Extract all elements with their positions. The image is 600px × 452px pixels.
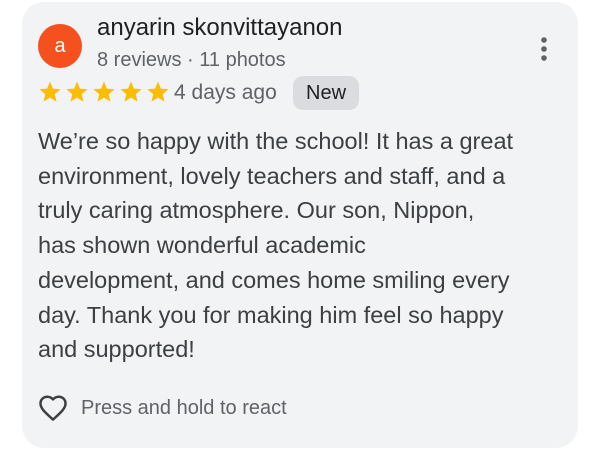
avatar-letter: a xyxy=(54,35,66,57)
author-name[interactable]: anyarin skonvittayanon xyxy=(97,13,342,43)
review-line: and supported! xyxy=(38,336,195,363)
review-text: We’re so happy with the school! It has a… xyxy=(38,124,568,367)
review-line: truly caring atmosphere. Our son, Nippon… xyxy=(38,197,475,224)
author-stats: 8 reviews · 11 photos xyxy=(97,49,286,71)
react-button[interactable]: Press and hold to react xyxy=(38,394,287,422)
review-line: has shown wonderful academic xyxy=(38,232,366,259)
star-icon xyxy=(39,81,61,102)
star-icon xyxy=(147,81,169,102)
star-icon xyxy=(66,81,88,102)
review-line: development, and comes home smiling ever… xyxy=(38,266,510,293)
review-line: We’re so happy with the school! It has a… xyxy=(38,128,514,154)
star-rating xyxy=(38,80,170,104)
review-date: 4 days ago xyxy=(174,81,277,104)
new-badge: New xyxy=(293,76,360,110)
review-line: day. Thank you for making him feel so ha… xyxy=(38,301,504,328)
avatar[interactable]: a xyxy=(38,24,82,68)
heart-outline-icon xyxy=(39,395,67,421)
star-icon xyxy=(93,81,115,102)
review-line: environment, lovely teachers and staff, … xyxy=(38,162,506,189)
react-label: Press and hold to react xyxy=(81,397,287,419)
star-icon xyxy=(120,81,142,102)
more-options-button[interactable] xyxy=(530,34,558,64)
more-vertical-icon xyxy=(541,37,547,61)
